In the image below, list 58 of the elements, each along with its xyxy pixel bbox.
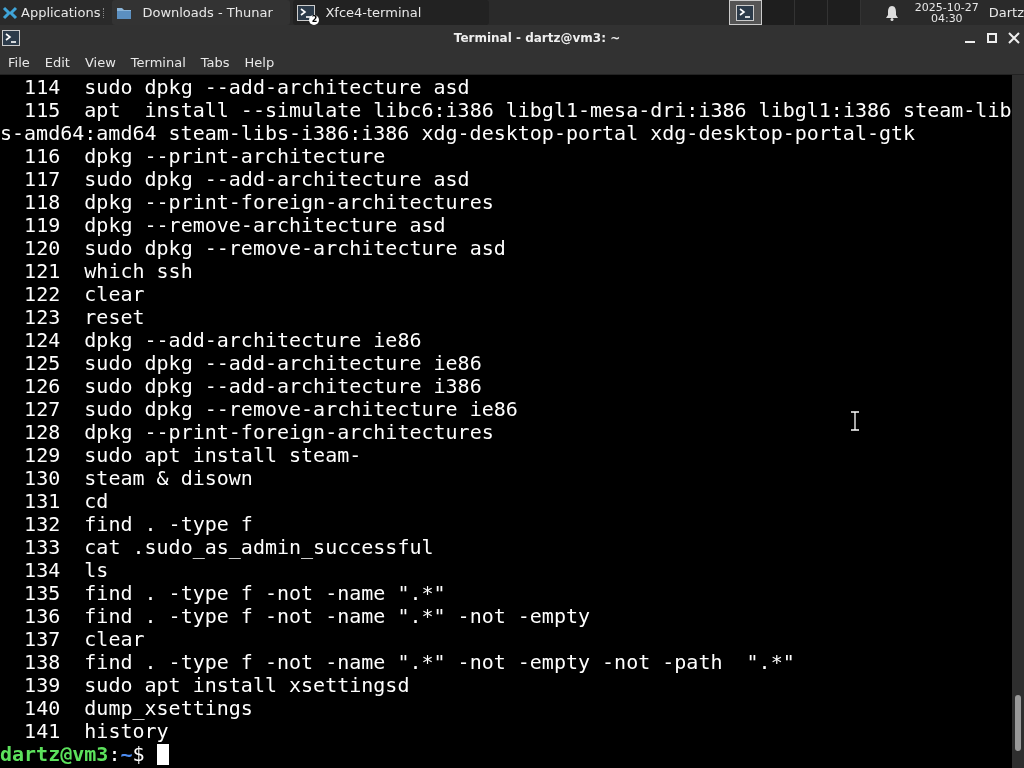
history-line: 140 dump_xsettings bbox=[23, 697, 254, 720]
taskbar-button[interactable]: 2 Xfce4-terminal bbox=[293, 0, 490, 25]
user-name[interactable]: Dartz bbox=[988, 5, 1024, 20]
menu-item[interactable]: Edit bbox=[36, 54, 77, 70]
applications-menu[interactable]: Applications bbox=[0, 4, 101, 21]
history-line: 121 which ssh bbox=[23, 260, 194, 283]
history-line: 135 find . -type f -not -name ".*" bbox=[23, 582, 447, 605]
close-icon bbox=[1008, 31, 1020, 44]
history-line: 129 sudo apt install steam- bbox=[23, 444, 363, 467]
history-line: 141 history bbox=[23, 720, 169, 743]
history-line: 116 dpkg --print-architecture bbox=[23, 145, 387, 168]
history-line: 131 cd bbox=[23, 490, 110, 513]
bell-icon bbox=[884, 4, 899, 21]
prompt-separator: : bbox=[108, 742, 121, 766]
scrollbar[interactable] bbox=[1012, 75, 1024, 768]
clock-date: 2025-10-27 bbox=[914, 1, 979, 13]
menu-item[interactable]: Terminal bbox=[122, 54, 193, 70]
history-line: 114 sudo dpkg --add-architecture asd bbox=[23, 76, 471, 99]
terminal-icon bbox=[297, 4, 316, 21]
history-line: 134 ls bbox=[23, 559, 110, 582]
history-line: 125 sudo dpkg --add-architecture ie86 bbox=[23, 352, 483, 375]
clock-time: 04:30 bbox=[930, 12, 963, 24]
minimize-icon bbox=[964, 40, 976, 43]
prompt-path: ~ bbox=[120, 742, 133, 766]
history-line: 127 sudo dpkg --remove-architecture ie86 bbox=[23, 398, 519, 421]
history-line: 124 dpkg --add-architecture ie86 bbox=[23, 329, 423, 352]
text-cursor-icon bbox=[849, 411, 861, 431]
prompt-user: dartz@vm3 bbox=[0, 742, 109, 766]
text-cursor bbox=[156, 744, 169, 765]
history-line: 130 steam & disown bbox=[23, 467, 254, 490]
window-title: Terminal - dartz@vm3: ~ bbox=[452, 30, 622, 45]
prompt-symbol: $ bbox=[132, 742, 145, 766]
history-line: 118 dpkg --print-foreign-architectures bbox=[23, 191, 495, 214]
history-line: 122 clear bbox=[23, 283, 146, 306]
menu-item[interactable]: Tabs bbox=[192, 54, 237, 70]
history-line: 137 clear bbox=[23, 628, 146, 651]
history-line: 128 dpkg --print-foreign-architectures bbox=[23, 421, 495, 444]
terminal-icon bbox=[736, 4, 755, 21]
logo-icon bbox=[2, 4, 18, 21]
history-line: 120 sudo dpkg --remove-architecture asd bbox=[23, 237, 507, 260]
workspace-button[interactable] bbox=[761, 0, 795, 25]
menu-item[interactable]: File bbox=[0, 54, 37, 70]
history-line: 123 reset bbox=[23, 306, 146, 329]
history-line: 119 dpkg --remove-architecture asd bbox=[23, 214, 447, 237]
history-line: 132 find . -type f bbox=[23, 513, 254, 536]
taskbar-button[interactable]: Downloads - Thunar bbox=[112, 0, 291, 25]
history-line: 138 find . -type f -not -name ".*" -not -empty -not -path ".*" bbox=[23, 651, 796, 674]
menu-item[interactable]: View bbox=[76, 54, 123, 70]
history-line: 136 find . -type f -not -name ".*" -not -empty bbox=[23, 605, 592, 628]
terminal-icon bbox=[2, 29, 20, 46]
folder-icon bbox=[116, 5, 133, 20]
history-line: 133 cat .sudo_as_admin_successful bbox=[23, 536, 435, 559]
menu-item[interactable]: Help bbox=[236, 54, 282, 70]
count-badge: 2 bbox=[309, 14, 320, 25]
history-line: 117 sudo dpkg --add-architecture asd bbox=[23, 168, 471, 191]
maximize-icon bbox=[986, 31, 998, 44]
history-line: 126 sudo dpkg --add-architecture i386 bbox=[23, 375, 483, 398]
history-line: 139 sudo apt install xsettingsd bbox=[23, 674, 411, 697]
